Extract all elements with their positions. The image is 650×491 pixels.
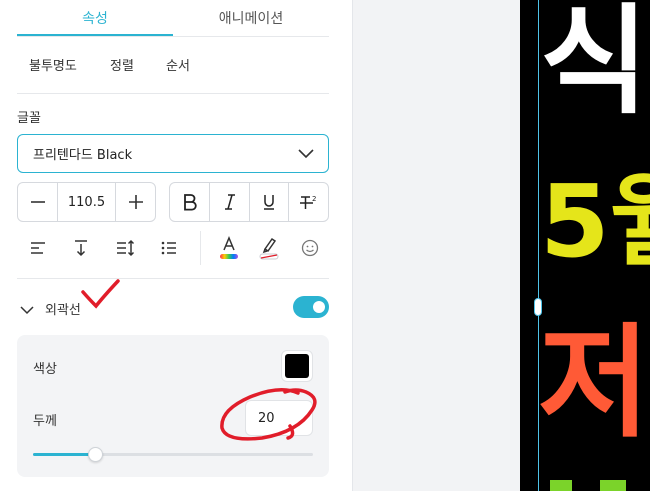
text-color-button[interactable] (215, 234, 243, 262)
strikethrough-superscript-button[interactable]: 2 (288, 183, 328, 221)
list-button[interactable] (155, 234, 183, 262)
divider (17, 93, 329, 94)
artboard-text-line2[interactable]: 5월 (540, 172, 650, 272)
properties-panel: 속성 애니메이션 불투명도 정렬 순서 글꼴 프리텐다드 Black 110.5 (0, 0, 352, 491)
toolbar-separator (200, 231, 201, 265)
artboard-text-line4-partial (600, 480, 626, 491)
chevron-down-icon (20, 300, 34, 319)
subtab-opacity[interactable]: 불투명도 (29, 55, 77, 74)
toggle-knob (313, 301, 325, 313)
increase-size-button[interactable] (116, 183, 155, 221)
subtab-order[interactable]: 순서 (166, 55, 190, 74)
artboard-text-line3[interactable]: 저 (538, 322, 650, 444)
resize-handle[interactable] (534, 298, 542, 316)
outline-section-header[interactable]: 외곽선 (17, 292, 329, 322)
highlighter-icon (259, 237, 279, 260)
font-family-select[interactable]: 프리텐다드 Black (17, 134, 329, 173)
artboard-text-line1[interactable]: 식 (540, 2, 649, 120)
svg-text:2: 2 (312, 195, 316, 203)
outline-color-label: 색상 (33, 362, 57, 377)
tab-animation[interactable]: 애니메이션 (173, 0, 329, 36)
underline-icon (264, 195, 275, 210)
emoji-button[interactable] (296, 234, 324, 262)
line-height-icon (117, 239, 135, 257)
decrease-size-button[interactable] (18, 183, 57, 221)
smile-icon (301, 239, 319, 257)
chevron-down-icon (298, 147, 314, 163)
line-height-button[interactable] (111, 234, 139, 262)
canvas-background (353, 0, 520, 491)
artboard[interactable]: 식 5월 저 (520, 0, 650, 491)
tab-divider (17, 36, 329, 37)
font-section-label: 글꼴 (17, 111, 41, 126)
outline-thickness-input[interactable]: 20 (245, 400, 313, 436)
minus-icon (30, 201, 45, 203)
slider-thumb[interactable] (87, 447, 103, 462)
font-size-stepper: 110.5 (17, 182, 156, 222)
text-effect-icon: 2 (299, 195, 316, 209)
italic-button[interactable] (209, 183, 249, 221)
color-swatch-fill (285, 354, 309, 378)
font-family-value: 프리텐다드 Black (33, 148, 133, 163)
outline-label: 외곽선 (45, 303, 81, 318)
outline-toggle[interactable] (293, 296, 329, 318)
plus-icon (128, 195, 143, 209)
vertical-align-button[interactable] (67, 234, 95, 262)
font-size-input[interactable]: 110.5 (57, 183, 116, 221)
bullet-list-icon (161, 241, 176, 255)
slider-fill (33, 453, 95, 456)
outline-thickness-label: 두께 (33, 414, 57, 429)
text-style-group: 2 (169, 182, 329, 222)
italic-icon (224, 194, 235, 210)
outline-color-swatch[interactable] (281, 350, 313, 382)
align-left-icon (31, 242, 45, 254)
bold-button[interactable] (170, 183, 209, 221)
highlight-color-button[interactable] (255, 234, 283, 262)
artboard-text-line4-partial (550, 480, 572, 491)
align-left-button[interactable] (24, 234, 52, 262)
divider (17, 278, 329, 279)
outline-thickness-slider[interactable] (33, 453, 313, 456)
tab-properties[interactable]: 속성 (17, 0, 173, 36)
selection-guide (538, 0, 539, 491)
subtab-align[interactable]: 정렬 (110, 55, 134, 74)
bold-icon (183, 194, 197, 211)
text-color-icon (220, 236, 238, 259)
align-top-icon (75, 240, 87, 257)
underline-button[interactable] (248, 183, 289, 221)
